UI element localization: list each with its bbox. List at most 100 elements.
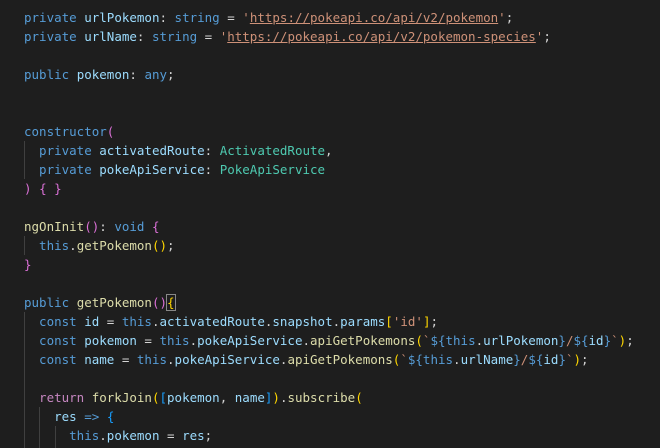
code-token: = xyxy=(114,352,137,367)
code-token: } xyxy=(558,333,566,348)
code-line[interactable]: const name = this.pokeApiService.apiGetP… xyxy=(24,350,634,369)
code-token: ; xyxy=(167,67,175,82)
code-line[interactable]: ​ xyxy=(24,46,634,65)
code-token: . xyxy=(453,352,461,367)
code-token: string xyxy=(151,29,198,44)
code-token: . xyxy=(99,428,107,443)
code-line[interactable]: } xyxy=(24,255,634,274)
code-line[interactable]: const pokemon = this.pokeApiService.apiG… xyxy=(24,331,634,350)
code-token: this xyxy=(445,333,476,348)
code-token: : xyxy=(204,162,220,177)
code-line[interactable]: private urlName: string = 'https://pokea… xyxy=(24,27,634,46)
code-token: } xyxy=(603,333,612,348)
code-token: . xyxy=(167,352,175,367)
code-token: ; xyxy=(543,29,551,44)
code-token: ; xyxy=(626,333,634,348)
code-token: const xyxy=(24,333,85,348)
code-token: private xyxy=(24,162,100,177)
code-line[interactable]: res => { xyxy=(24,407,634,426)
code-token: pokeApiService xyxy=(99,162,205,177)
code-token: = xyxy=(219,10,243,25)
code-content[interactable]: private urlPokemon: string = 'https://po… xyxy=(24,8,634,445)
code-line[interactable]: constructor( xyxy=(24,122,634,141)
code-token: constructor xyxy=(24,124,107,139)
code-token: string xyxy=(174,10,220,25)
code-line[interactable]: private activatedRoute: ActivatedRoute, xyxy=(24,141,634,160)
code-token: 'id' xyxy=(392,314,423,329)
code-token: void xyxy=(114,219,145,234)
code-token: res xyxy=(182,428,205,443)
code-token: ${ xyxy=(407,352,423,367)
code-token: https://pokeapi.co/api/v2/pokemon xyxy=(249,10,499,25)
code-token: ) xyxy=(573,352,582,367)
code-token: } xyxy=(513,352,521,367)
code-line[interactable]: private urlPokemon: string = 'https://po… xyxy=(24,8,634,27)
code-token: . xyxy=(69,238,77,253)
code-token: this xyxy=(24,428,100,443)
code-token: ' xyxy=(498,10,506,25)
code-token: ` xyxy=(611,333,619,348)
code-token: ) xyxy=(24,181,32,196)
code-line[interactable]: ​ xyxy=(24,103,634,122)
code-token: ( xyxy=(355,390,363,405)
code-token: [ xyxy=(385,314,393,329)
code-token: urlPokemon xyxy=(84,10,160,25)
code-token: [ xyxy=(159,390,168,405)
code-token: res xyxy=(24,409,77,424)
code-token: ngOnInit xyxy=(24,219,85,234)
code-token: const xyxy=(24,352,85,367)
code-token: ${ xyxy=(528,352,544,367)
code-token: = xyxy=(197,29,220,44)
code-token: , xyxy=(219,390,235,405)
code-line[interactable]: ​ xyxy=(24,369,634,388)
code-line[interactable]: ) { } xyxy=(24,179,634,198)
code-token: : xyxy=(159,10,175,25)
code-token: params xyxy=(340,314,386,329)
code-token: { xyxy=(39,181,47,196)
code-token: pokemon xyxy=(84,333,137,348)
code-editor[interactable]: private urlPokemon: string = 'https://po… xyxy=(0,0,660,448)
code-token: id xyxy=(84,314,100,329)
code-token: this xyxy=(159,333,190,348)
code-token: getPokemon xyxy=(76,238,152,253)
code-line[interactable]: private pokeApiService: PokeApiService xyxy=(24,160,634,179)
code-token: id xyxy=(543,352,559,367)
code-token: ; xyxy=(581,352,589,367)
code-token: } xyxy=(24,257,32,272)
code-token: = xyxy=(159,428,183,443)
code-token: apiGetPokemons xyxy=(287,352,393,367)
code-token: return xyxy=(24,390,92,405)
code-token: . xyxy=(189,333,198,348)
code-line[interactable]: this.pokemon = res; xyxy=(24,426,634,445)
code-token: . xyxy=(302,333,311,348)
code-token: : xyxy=(204,143,220,158)
code-token: ; xyxy=(167,238,175,253)
code-token: const xyxy=(24,314,85,329)
code-token: snapshot xyxy=(272,314,333,329)
code-line[interactable]: public pokemon: any; xyxy=(24,65,634,84)
code-line[interactable]: ​ xyxy=(24,274,634,293)
code-token: private xyxy=(24,10,85,25)
code-line[interactable]: ​ xyxy=(24,84,634,103)
code-line[interactable]: public getPokemon(){ xyxy=(24,293,634,312)
code-token: id xyxy=(588,333,604,348)
code-line[interactable]: ngOnInit(): void { xyxy=(24,217,634,236)
code-token: private xyxy=(24,29,85,44)
code-token: { xyxy=(106,409,115,424)
code-token: ${ xyxy=(430,333,446,348)
code-token: { xyxy=(166,294,176,311)
code-line[interactable]: const id = this.activatedRoute.snapshot.… xyxy=(24,312,634,331)
code-token: this xyxy=(121,314,152,329)
code-line[interactable]: ​ xyxy=(24,198,634,217)
code-token: activatedRoute xyxy=(99,143,205,158)
code-token: : xyxy=(99,219,115,234)
code-line[interactable]: return forkJoin([pokemon, name]).subscri… xyxy=(24,388,634,407)
code-token: pokemon xyxy=(106,428,160,443)
code-token: ` xyxy=(400,352,408,367)
code-token: forkJoin xyxy=(91,390,152,405)
code-token: => xyxy=(84,409,100,424)
code-token: activatedRoute xyxy=(159,314,265,329)
code-token: urlPokemon xyxy=(483,333,559,348)
code-line[interactable]: this.getPokemon(); xyxy=(24,236,634,255)
